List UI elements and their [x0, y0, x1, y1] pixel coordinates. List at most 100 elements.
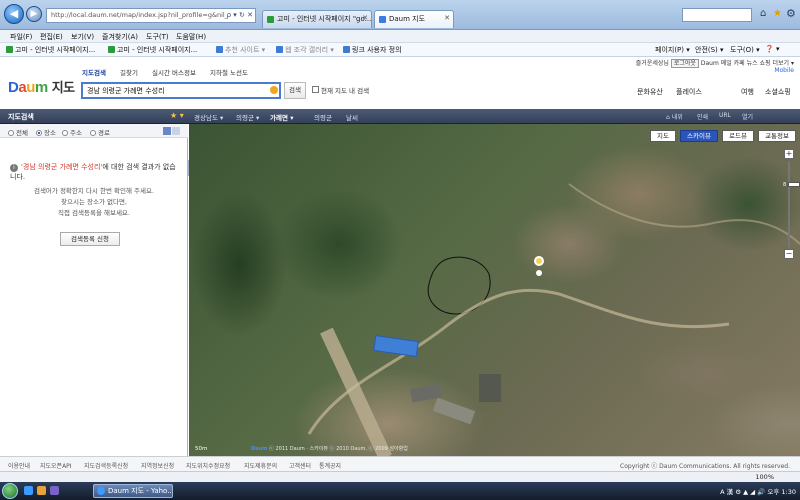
zoom-handle[interactable]	[788, 182, 800, 187]
tab-bus-info[interactable]: 실시간 버스정보	[152, 67, 196, 77]
filter-place[interactable]: 장소	[36, 127, 56, 137]
tab-label: Daum 지도	[389, 15, 426, 23]
roadview-marker-icon[interactable]	[534, 256, 544, 266]
cat-place[interactable]: 플레이스	[676, 87, 702, 97]
crumb-township[interactable]: 가례면 ▾	[270, 112, 293, 122]
cat-heritage[interactable]: 문화유산	[637, 87, 663, 97]
maptype-traffic[interactable]: 교통정보	[758, 130, 796, 142]
footer-link[interactable]: 지도오픈API	[40, 461, 72, 470]
favorites-star-icon[interactable]: ★	[773, 8, 782, 19]
print-button[interactable]: 인쇄	[697, 112, 708, 121]
folder-quicklaunch-icon[interactable]	[37, 486, 46, 495]
filter-route[interactable]: 경로	[90, 127, 110, 137]
tab-subway-map[interactable]: 지하철 노선도	[210, 67, 248, 77]
search-submit-icon[interactable]	[270, 86, 278, 94]
within-map-checkbox[interactable]	[312, 86, 319, 93]
footer-link[interactable]: 고객센터	[289, 461, 311, 470]
zoom-out-button[interactable]: −	[784, 249, 794, 259]
my-location-button[interactable]: ⌂ 내위	[666, 112, 683, 121]
browser-search-input[interactable]	[682, 8, 752, 22]
daum-logo[interactable]: Daum 지도	[8, 77, 75, 96]
zoom-control: + 8 −	[783, 149, 800, 259]
zoom-in-button[interactable]: +	[784, 149, 794, 159]
scale-bar: 50m	[195, 446, 208, 452]
gomi-favicon-icon	[267, 16, 274, 23]
weather-link[interactable]: 날씨	[346, 112, 358, 122]
footer-link[interactable]: 지도제휴문의	[244, 461, 277, 470]
cmd-page[interactable]: 페이지(P) ▾	[655, 45, 690, 55]
close-tab-icon[interactable]: ✕	[444, 14, 450, 22]
menu-file[interactable]: 파일(F)	[10, 32, 32, 42]
forward-button[interactable]: ▶	[26, 6, 42, 22]
filter-row: 전체 장소 주소 경로	[0, 124, 188, 138]
maptype-roadview[interactable]: 로드뷰	[722, 130, 754, 142]
tab-gomi[interactable]: 고미 - 인터넷 시작페이지 "go... ✕	[262, 10, 372, 28]
ie-icon	[343, 46, 350, 53]
maptype-map[interactable]: 지도	[650, 130, 676, 142]
daum-home-link[interactable]: Daum	[701, 60, 719, 67]
search-hint: 검색어가 정확한지 다시 한번 확인해 주세요. 찾으시는 장소가 없다면, 직…	[33, 187, 155, 217]
footer-link[interactable]: 이용안내	[8, 461, 30, 470]
maptype-skyview[interactable]: 스카이뷰	[680, 130, 718, 142]
fav-item[interactable]: 고미 - 인터넷 시작페이지...	[6, 45, 95, 55]
zoom-slider[interactable]	[788, 161, 800, 247]
favorite-star-icon[interactable]: ★ ▾	[170, 111, 184, 120]
cat-social-shopping[interactable]: 소셜쇼핑	[765, 87, 791, 97]
ie-quicklaunch-icon[interactable]	[24, 486, 33, 495]
gear-icon[interactable]: ⚙	[786, 7, 796, 20]
within-map-label: 현재 지도 내 검색	[321, 87, 370, 95]
tab-directions[interactable]: 길찾기	[120, 67, 138, 77]
menu-tools[interactable]: 도구(T)	[146, 32, 169, 42]
logout-button[interactable]: 로그아웃	[670, 59, 699, 68]
search-button[interactable]: 검색	[284, 82, 306, 99]
filter-address[interactable]: 주소	[62, 127, 82, 137]
map-toolbar: 지도검색 ★ ▾ 경상남도 ▾ 의령군 ▾ 가례면 ▾ 의령군 날씨 ⌂ 내위 …	[0, 109, 800, 124]
filter-all[interactable]: 전체	[8, 127, 28, 137]
top-right-links: 즐거운세상님 로그아웃 Daum 메일 카페 뉴스 쇼핑 더보기 ▾	[635, 58, 794, 68]
start-button[interactable]	[2, 483, 18, 499]
menu-edit[interactable]: 편집(E)	[40, 32, 63, 42]
no-result-message: i '경남 의령군 가례면 수성리'에 대한 검색 결과가 없습니다.	[10, 162, 180, 182]
cmd-tools[interactable]: 도구(O) ▾	[730, 45, 760, 55]
service-links[interactable]: 메일 카페 뉴스 쇼핑 더보기 ▾	[721, 60, 794, 67]
register-search-button[interactable]: 검색등록 신청	[60, 232, 120, 246]
footer-link[interactable]: 통계공지	[319, 461, 341, 470]
fav-item[interactable]: 웹 조각 갤러리 ▾	[276, 45, 334, 55]
menu-help[interactable]: 도움말(H)	[176, 32, 206, 42]
url-button[interactable]: URL	[719, 112, 731, 119]
map-search-input[interactable]	[81, 82, 281, 99]
fav-item[interactable]: 링크 사용자 정의	[343, 45, 402, 55]
fav-item[interactable]: 추천 사이트 ▾	[216, 45, 265, 55]
cmd-safety[interactable]: 안전(S) ▾	[695, 45, 724, 55]
cat-travel[interactable]: 여행	[741, 87, 754, 97]
zoom-status[interactable]: 100%	[755, 473, 774, 481]
taskbar-window-daum[interactable]: Daum 지도 - Yaho...	[93, 484, 173, 498]
menu-view[interactable]: 보기(V)	[71, 32, 94, 42]
media-quicklaunch-icon[interactable]	[50, 486, 59, 495]
refresh-icon[interactable]: ρ ▾ ↻ ✕	[227, 9, 253, 22]
footer-link[interactable]: 지도위치수정요청	[186, 461, 230, 470]
skyview-map[interactable]: 지도 스카이뷰 로드뷰 교통정보 + 8 − 50m Daum ⓒ 2011 D…	[189, 124, 800, 456]
tab-daum-map[interactable]: Daum 지도 ✕	[374, 10, 454, 28]
close-tab-icon[interactable]: ✕	[362, 14, 368, 22]
tab-map-search[interactable]: 지도검색	[82, 67, 106, 77]
username: 즐거운세상님	[635, 60, 669, 67]
crumb-county[interactable]: 의령군 ▾	[236, 112, 259, 122]
ie-icon	[216, 46, 223, 53]
menu-favorites[interactable]: 즐겨찾기(A)	[102, 32, 138, 42]
list-view-icon	[163, 127, 171, 135]
weather-region[interactable]: 의령군	[314, 112, 332, 122]
mobile-link[interactable]: Mobile	[774, 67, 794, 74]
footer-link[interactable]: 지도검색등록신청	[84, 461, 128, 470]
fav-item[interactable]: 고미 - 인터넷 시작페이지...	[108, 45, 197, 55]
footer-link[interactable]: 지역정보신청	[141, 461, 174, 470]
home-icon[interactable]: ⌂	[760, 8, 766, 19]
address-bar[interactable]: http://local.daum.net/map/index.jsp?nil_…	[46, 8, 256, 23]
cmd-help[interactable]: ❓ ▾	[765, 45, 779, 53]
browser-titlebar: ◀ ▶ http://local.daum.net/map/index.jsp?…	[0, 0, 800, 30]
crumb-province[interactable]: 경상남도 ▾	[194, 112, 223, 122]
back-button[interactable]: ◀	[4, 4, 24, 24]
view-toggle[interactable]	[162, 127, 180, 135]
open-button[interactable]: 열기	[742, 112, 753, 121]
footer: 이용안내 지도오픈API 지도검색등록신청 지역정보신청 지도위치수정요청 지도…	[0, 456, 800, 471]
